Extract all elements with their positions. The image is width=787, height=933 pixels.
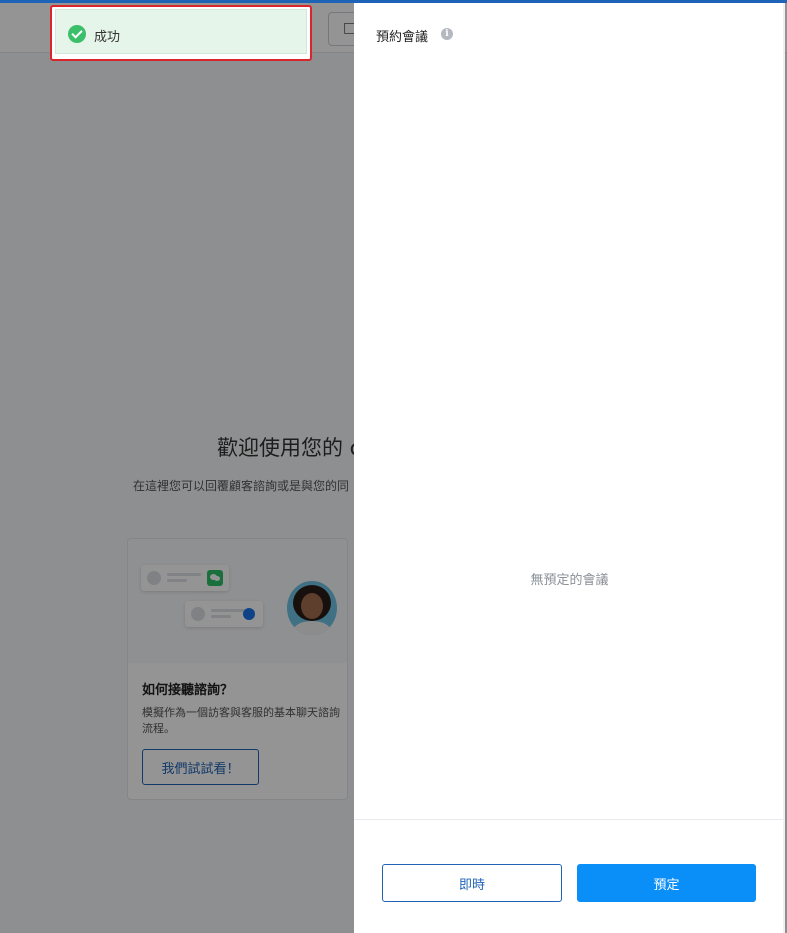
panel-footer: 即時 預定 [354,819,785,933]
instant-meeting-button[interactable]: 即時 [382,864,562,902]
check-circle-icon [68,25,86,43]
success-toast: 成功 [50,5,312,61]
panel-title: 預約會議 [376,30,429,45]
panel-scrollbar-edge [783,3,785,933]
meeting-panel: 預約會議 i 無預定的會議 即時 預定 [354,3,785,933]
schedule-meeting-button[interactable]: 預定 [577,864,756,902]
info-icon[interactable]: i [441,28,453,40]
empty-state-text: 無預定的會議 [530,573,609,588]
top-accent-line [0,0,787,3]
toast-message: 成功 [94,30,121,45]
